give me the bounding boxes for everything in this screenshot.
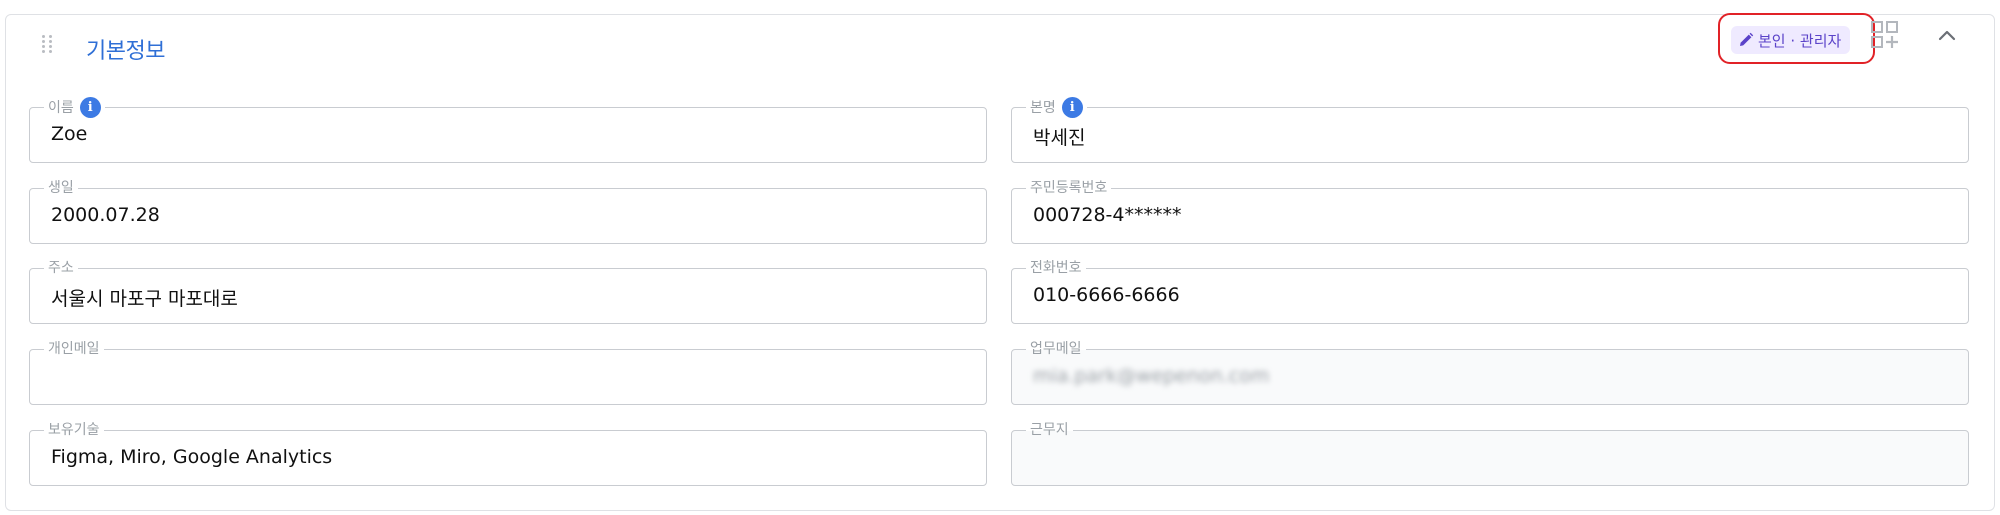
birthday-label: 생일 [44, 178, 78, 198]
info-icon[interactable]: i [1061, 97, 1083, 118]
name-value: Zoe [51, 123, 88, 145]
info-icon[interactable]: i [79, 97, 101, 118]
resident-number-value: 000728-4****** [1033, 204, 1182, 226]
workplace-label: 근무지 [1026, 420, 1073, 440]
phone-value: 010-6666-6666 [1033, 284, 1180, 306]
skills-label: 보유기술 [44, 420, 104, 440]
phone-field[interactable]: 전화번호 010-6666-6666 [1011, 258, 1969, 324]
pencil-icon [1740, 32, 1754, 46]
phone-label: 전화번호 [1026, 258, 1086, 278]
resident-number-field[interactable]: 주민등록번호 000728-4****** [1011, 178, 1969, 244]
resident-number-label: 주민등록번호 [1026, 178, 1112, 198]
real-name-field[interactable]: 본명 i 박세진 [1011, 97, 1969, 163]
name-label: 이름 [48, 99, 74, 116]
permission-badge-label: 본인 · 관리자 [1758, 31, 1842, 50]
personal-email-label: 개인메일 [44, 339, 104, 359]
name-field[interactable]: 이름 i Zoe [29, 97, 987, 163]
address-field[interactable]: 주소 서울시 마포구 마포대로 [29, 258, 987, 324]
work-email-label: 업무메일 [1026, 339, 1086, 359]
section-title: 기본정보 [86, 39, 165, 64]
real-name-label: 본명 [1030, 99, 1056, 116]
drag-handle-icon[interactable] [42, 35, 54, 69]
chevron-up-icon[interactable] [1935, 24, 1959, 48]
birthday-value: 2000.07.28 [51, 204, 160, 226]
grid-add-icon[interactable] [1870, 20, 1900, 50]
workplace-field[interactable]: 근무지 [1011, 420, 1969, 486]
personal-email-field[interactable]: 개인메일 [29, 339, 987, 405]
address-label: 주소 [44, 258, 78, 278]
skills-value: Figma, Miro, Google Analytics [51, 446, 333, 468]
address-value: 서울시 마포구 마포대로 [51, 288, 238, 310]
birthday-field[interactable]: 생일 2000.07.28 [29, 178, 987, 244]
work-email-value: mia.park@wepenon.com [1033, 365, 1270, 387]
real-name-value: 박세진 [1033, 127, 1086, 149]
skills-field[interactable]: 보유기술 Figma, Miro, Google Analytics [29, 420, 987, 486]
work-email-field[interactable]: 업무메일 mia.park@wepenon.com [1011, 339, 1969, 405]
edit-permission-badge[interactable]: 본인 · 관리자 [1731, 26, 1851, 54]
